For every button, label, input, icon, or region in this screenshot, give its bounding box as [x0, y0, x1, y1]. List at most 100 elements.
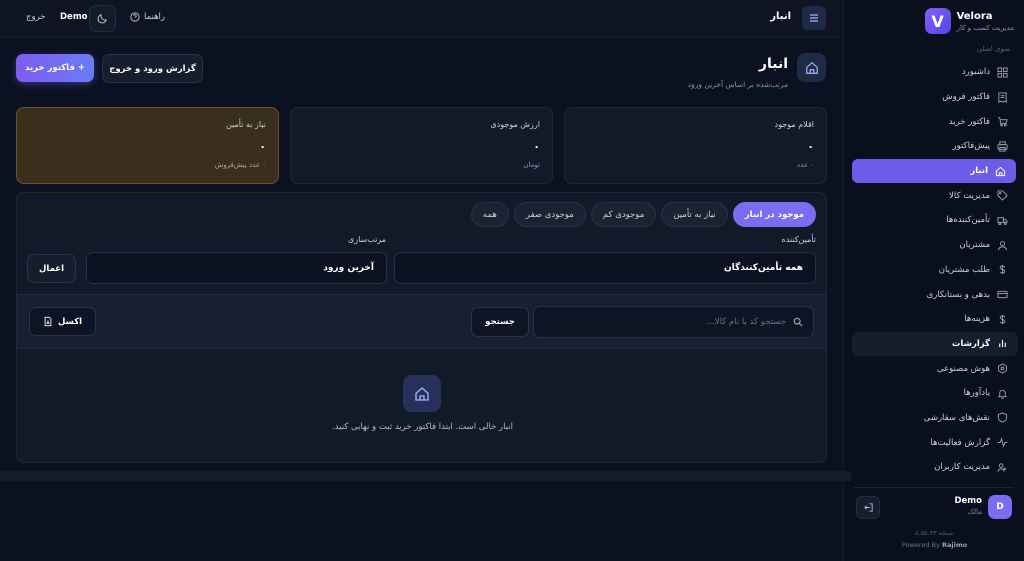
- shield-icon: [997, 412, 1008, 424]
- sidebar-item-label: گزارش فعالیت‌ها: [930, 437, 990, 448]
- user-card: D Demo مالک: [854, 495, 1014, 521]
- truck-icon: [997, 217, 1008, 226]
- search-icon: [793, 317, 803, 327]
- help-link[interactable]: راهنما: [130, 12, 165, 22]
- page-title: انبار: [758, 56, 788, 72]
- sidebar-item-label: گزارشات: [951, 338, 990, 349]
- sort-label: مرتب‌سازی: [347, 235, 386, 244]
- topbar-user-name[interactable]: Demo: [60, 12, 88, 22]
- sidebar-item-products[interactable]: مدیریت کالا: [852, 183, 1018, 208]
- supplier-select[interactable]: همه تأمین‌کنندگان: [394, 252, 816, 284]
- sidebar-item-receivables[interactable]: طلب مشتریان: [852, 258, 1018, 283]
- sidebar-item-warehouse[interactable]: انبار: [852, 158, 1016, 184]
- export-excel-button[interactable]: اکسل: [29, 307, 96, 336]
- add-purchase-invoice-button[interactable]: + فاکتور خرید: [16, 54, 94, 82]
- menu-icon: [810, 14, 818, 22]
- sidebar-item-label: فاکتور فروش: [942, 92, 990, 103]
- sidebar-item-customers[interactable]: مشتریان: [852, 233, 1018, 258]
- sidebar-item-reminders[interactable]: یادآورها: [852, 381, 1018, 406]
- activity-icon: [997, 437, 1008, 448]
- sidebar-item-label: داشبورد: [961, 67, 990, 78]
- stat-card-needs-supply: نیاز به تأمین ۰ ۰ عدد پیش‌فروش: [16, 107, 279, 184]
- brand[interactable]: Velora مدیریت کسب و کار V: [924, 8, 1014, 34]
- sidebar-item-dashboard[interactable]: داشبورد: [852, 60, 1018, 85]
- dollar-icon: [999, 314, 1006, 324]
- sidebar-item-ai[interactable]: هوش مصنوعی: [852, 356, 1018, 381]
- home-icon: [995, 166, 1006, 176]
- sidebar-item-reports[interactable]: گزارشات: [852, 331, 1018, 357]
- logout-link[interactable]: خروج: [26, 12, 46, 22]
- sidebar-item-activity-log[interactable]: گزارش فعالیت‌ها: [852, 430, 1018, 455]
- brand-text: Velora مدیریت کسب و کار: [957, 11, 1014, 32]
- page-icon: [797, 53, 826, 82]
- user-icon: [997, 240, 1008, 250]
- tab-all[interactable]: همه: [470, 202, 509, 227]
- sidebar-item-proforma[interactable]: پیش‌فاکتور: [852, 134, 1018, 159]
- sidebar-item-suppliers[interactable]: تأمین‌کننده‌ها: [852, 208, 1018, 233]
- entry-exit-report-button[interactable]: گزارش ورود و خروج: [102, 54, 203, 83]
- sidebar-item-debts[interactable]: بدهی و بستانکاری: [852, 282, 1018, 307]
- tab-needs-supply[interactable]: نیاز به تأمین: [661, 202, 728, 227]
- tab-in-stock[interactable]: موجود در انبار: [732, 202, 816, 227]
- stat-note: تومان: [523, 161, 540, 169]
- sidebar-item-label: انبار: [970, 166, 988, 177]
- sidebar-item-label: طلب مشتریان: [938, 264, 990, 275]
- bar-chart-icon: [999, 340, 1006, 348]
- tab-zero-stock[interactable]: موجودی صفر: [513, 202, 586, 227]
- filter-tabs: موجود در انبار نیاز به تأمین موجودی کم م…: [470, 202, 816, 227]
- dashboard-icon: [997, 67, 1008, 78]
- moon-icon: [97, 14, 107, 24]
- theme-toggle-button[interactable]: [89, 5, 116, 32]
- powered-prefix: Powered By: [901, 541, 940, 549]
- search-input[interactable]: جستجو کد یا نام کالا...: [533, 306, 814, 338]
- supplier-label: تأمین‌کننده: [781, 235, 816, 244]
- tag-icon: [997, 190, 1008, 202]
- tab-low-stock[interactable]: موجودی کم: [590, 202, 657, 227]
- sidebar-item-purchase-invoice[interactable]: فاکتور خرید: [852, 109, 1018, 134]
- stat-value: ۰: [533, 140, 540, 153]
- stat-note: ۰ عدد پیش‌فروش: [214, 161, 266, 169]
- sidebar-item-expenses[interactable]: هزینه‌ها: [852, 307, 1018, 332]
- users-icon: [997, 463, 1007, 472]
- apply-filters-button[interactable]: اعمال: [27, 254, 76, 283]
- sidebar-item-label: تأمین‌کننده‌ها: [946, 215, 990, 226]
- search-toolbar: جستجو کد یا نام کالا... جستجو اکسل: [17, 294, 826, 349]
- logout-button[interactable]: [856, 496, 880, 519]
- credit-card-icon: [997, 290, 1008, 299]
- app-version: نسخه ۵.۵۵.۴۳: [915, 529, 954, 537]
- sidebar-item-label: هزینه‌ها: [964, 314, 990, 325]
- receipt-icon: [998, 91, 1007, 103]
- topbar: انبار خروج Demo راهنما: [0, 0, 843, 38]
- cart-icon: [997, 117, 1008, 127]
- powered-brand[interactable]: Rajimo: [942, 541, 967, 549]
- stat-card-items-in-stock: اقلام موجود ۰ ۰ عدد: [564, 107, 827, 184]
- sidebar-item-sales-invoice[interactable]: فاکتور فروش: [852, 85, 1018, 110]
- sidebar-item-label: یادآورها: [963, 388, 990, 399]
- user-role: مالک: [967, 508, 982, 516]
- search-placeholder: جستجو کد یا نام کالا...: [706, 317, 786, 327]
- sidebar-item-label: نقش‌های سفارشی: [923, 412, 990, 423]
- sidebar-nav: داشبورد فاکتور فروش فاکتور خرید پیش‌فاکت…: [852, 60, 1018, 480]
- horizontal-scrollbar[interactable]: [0, 471, 851, 481]
- stat-value: ۰: [807, 140, 814, 153]
- sidebar-divider: [854, 487, 1014, 488]
- empty-state-message: انبار خالی است. ابتدا فاکتور خرید ثبت و …: [331, 422, 514, 432]
- sidebar-item-custom-roles[interactable]: نقش‌های سفارشی: [852, 406, 1018, 431]
- stat-value: ۰: [259, 140, 266, 153]
- avatar[interactable]: D: [988, 495, 1012, 519]
- home-icon: [415, 386, 429, 401]
- stat-label: اقلام موجود: [774, 120, 814, 129]
- printer-icon: [997, 141, 1008, 152]
- sidebar-item-label: بدهی و بستانکاری: [926, 289, 990, 300]
- inventory-panel: موجود در انبار نیاز به تأمین موجودی کم م…: [16, 192, 827, 463]
- page-subtitle: مرتب‌شده بر اساس آخرین ورود: [687, 80, 788, 89]
- menu-toggle-button[interactable]: [802, 6, 826, 30]
- stat-card-stock-value: ارزش موجودی ۰ تومان: [290, 107, 553, 184]
- topbar-title: انبار: [770, 11, 791, 22]
- search-button[interactable]: جستجو: [471, 307, 529, 337]
- home-icon: [805, 61, 818, 74]
- help-icon: [130, 12, 140, 22]
- sidebar-item-label: مشتریان: [959, 240, 990, 251]
- sidebar-item-user-management[interactable]: مدیریت کاربران: [852, 455, 1018, 480]
- sort-select[interactable]: آخرین ورود: [86, 252, 387, 284]
